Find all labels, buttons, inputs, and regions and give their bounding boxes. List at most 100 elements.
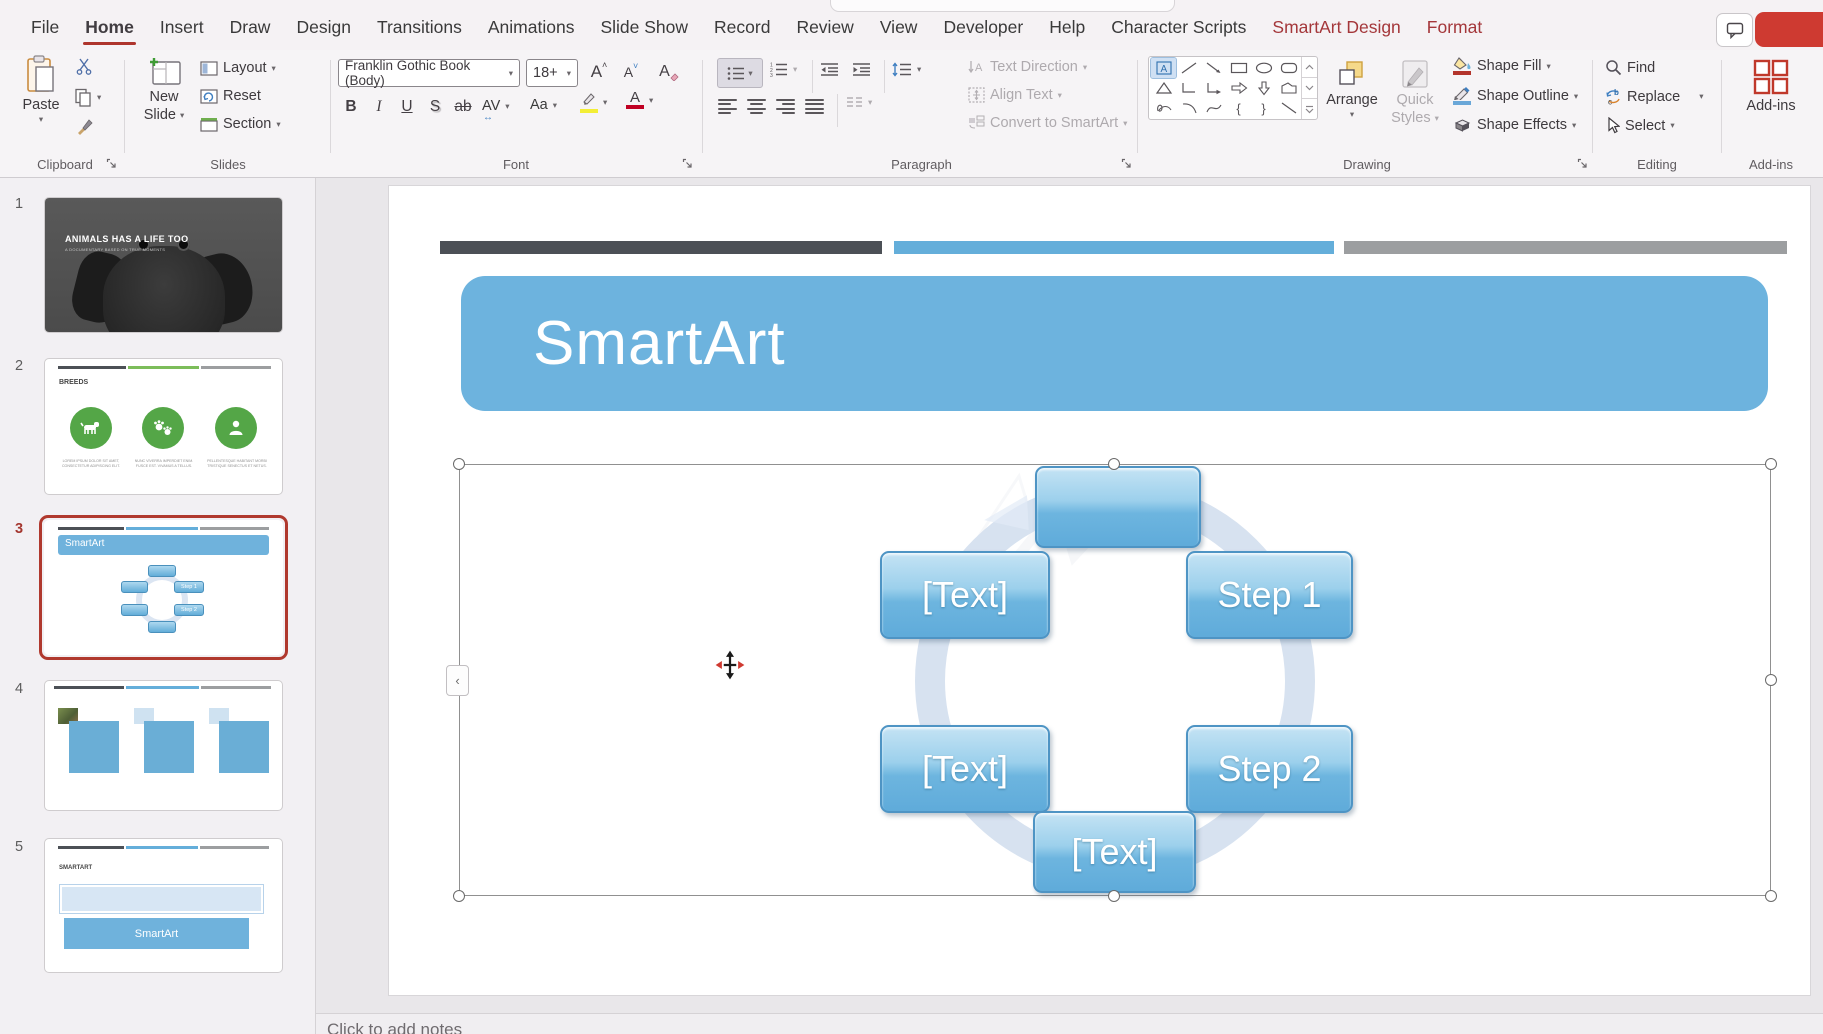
shape-curve-icon[interactable]: [1201, 98, 1226, 118]
font-name-combo[interactable]: Franklin Gothic Book (Body) ▾: [338, 59, 520, 87]
align-center-button[interactable]: [747, 96, 766, 117]
shape-textbox-icon[interactable]: A: [1151, 58, 1176, 78]
slide-title-box[interactable]: SmartArt: [461, 276, 1768, 411]
shrink-font-button[interactable]: A˅: [618, 59, 644, 85]
strikethrough-button[interactable]: ab: [450, 94, 476, 120]
numbering-button[interactable]: 123 ▾: [770, 62, 797, 77]
shape-diagonal-line-icon[interactable]: [1276, 98, 1301, 118]
shapes-scroll-up-button[interactable]: [1302, 57, 1317, 77]
new-slide-button[interactable]: New Slide▾: [136, 55, 192, 123]
select-button[interactable]: Select ▾: [1605, 117, 1675, 134]
shape-fill-button[interactable]: Shape Fill ▾: [1453, 57, 1551, 75]
quick-styles-button[interactable]: Quick Styles▾: [1387, 58, 1443, 126]
menu-tab-design[interactable]: Design: [283, 4, 363, 50]
shape-line-icon[interactable]: [1176, 58, 1201, 78]
resize-handle-bottom-right[interactable]: [1765, 890, 1777, 902]
shapes-more-button[interactable]: [1302, 99, 1317, 119]
section-button[interactable]: Section ▾: [200, 116, 281, 132]
underline-button[interactable]: U: [394, 94, 420, 120]
shape-arc-icon[interactable]: [1176, 98, 1201, 118]
resize-handle-bottom-center[interactable]: [1108, 890, 1120, 902]
align-right-button[interactable]: [776, 96, 795, 117]
align-left-button[interactable]: [718, 96, 737, 117]
replace-button[interactable]: bc Replace ▾: [1605, 88, 1703, 105]
highlight-color-button[interactable]: ▾: [580, 92, 607, 113]
cut-button[interactable]: [76, 58, 93, 75]
line-spacing-button[interactable]: ▾: [892, 62, 921, 77]
bold-button[interactable]: B: [338, 94, 364, 120]
shape-right-arrow-icon[interactable]: [1226, 78, 1251, 98]
shape-right-brace-icon[interactable]: }: [1251, 98, 1276, 118]
shape-rectangle-icon[interactable]: [1226, 58, 1251, 78]
menu-tab-smartart-design[interactable]: SmartArt Design: [1259, 4, 1413, 50]
shape-flowchart-icon[interactable]: [1276, 78, 1301, 98]
shape-down-arrow-icon[interactable]: [1251, 78, 1276, 98]
reset-button[interactable]: Reset: [200, 88, 261, 104]
text-direction-button[interactable]: A Text Direction ▾: [968, 59, 1087, 75]
menu-tab-help[interactable]: Help: [1036, 4, 1098, 50]
align-text-button[interactable]: Align Text ▾: [968, 87, 1062, 103]
slide-3-thumbnail[interactable]: SmartArt Step 1 Step 2: [44, 520, 283, 655]
diagram-node-right-top[interactable]: Step 1: [1186, 551, 1353, 639]
text-shadow-button[interactable]: S: [422, 94, 448, 120]
justify-button[interactable]: [805, 96, 824, 117]
italic-button[interactable]: I: [366, 94, 392, 120]
resize-handle-bottom-left[interactable]: [453, 890, 465, 902]
font-size-combo[interactable]: 18+ ▾: [526, 59, 578, 87]
resize-handle-top-left[interactable]: [453, 458, 465, 470]
convert-to-smartart-button[interactable]: Convert to SmartArt ▾: [968, 115, 1127, 131]
menu-tab-slideshow[interactable]: Slide Show: [587, 4, 701, 50]
addins-button[interactable]: Add-ins: [1743, 58, 1799, 114]
diagram-node-right-bottom[interactable]: Step 2: [1186, 725, 1353, 813]
shape-scribble-icon[interactable]: [1151, 98, 1176, 118]
diagram-node-left-bottom[interactable]: [Text]: [880, 725, 1050, 813]
paste-button[interactable]: Paste ▾: [18, 55, 64, 124]
slide-1-thumbnail[interactable]: ANIMALS HAS A LIFE TOO A DOCUMENTARY BAS…: [44, 197, 283, 333]
record-button[interactable]: [1755, 12, 1823, 47]
shape-rounded-rectangle-icon[interactable]: [1276, 58, 1301, 78]
clear-formatting-button[interactable]: A: [656, 59, 682, 85]
shape-effects-button[interactable]: Shape Effects ▾: [1453, 117, 1576, 133]
increase-indent-button[interactable]: [852, 62, 871, 77]
menu-tab-review[interactable]: Review: [783, 4, 866, 50]
decrease-indent-button[interactable]: [820, 62, 839, 77]
menu-tab-developer[interactable]: Developer: [930, 4, 1036, 50]
bullets-button[interactable]: ▾: [717, 58, 763, 88]
notes-panel[interactable]: Click to add notes: [316, 1013, 1823, 1034]
change-case-button[interactable]: Aa ▾: [530, 97, 557, 113]
menu-tab-animations[interactable]: Animations: [475, 4, 588, 50]
clipboard-dialog-launcher[interactable]: [106, 158, 117, 169]
slide-2-thumbnail[interactable]: BREEDS LOREM IPSUM DOLOR SIT AMET, CONSE…: [44, 358, 283, 495]
notes-placeholder[interactable]: Click to add notes: [327, 1020, 462, 1034]
shape-elbow-arrow-icon[interactable]: [1201, 78, 1226, 98]
resize-handle-right-middle[interactable]: [1765, 674, 1777, 686]
menu-tab-transitions[interactable]: Transitions: [364, 4, 475, 50]
menu-tab-view[interactable]: View: [867, 4, 931, 50]
menu-tab-insert[interactable]: Insert: [147, 4, 217, 50]
slide-4-thumbnail[interactable]: [44, 680, 283, 811]
menu-tab-format[interactable]: Format: [1414, 4, 1495, 50]
drawing-dialog-launcher[interactable]: [1577, 158, 1588, 169]
font-dialog-launcher[interactable]: [682, 158, 693, 169]
shape-outline-button[interactable]: Shape Outline ▾: [1453, 87, 1578, 105]
arrange-button[interactable]: Arrange ▾: [1323, 58, 1381, 119]
paragraph-dialog-launcher[interactable]: [1121, 158, 1132, 169]
diagram-node-left-top[interactable]: [Text]: [880, 551, 1050, 639]
menu-tab-home[interactable]: Home: [72, 4, 147, 50]
slide-5-thumbnail[interactable]: SMARTART SmartArt: [44, 838, 283, 973]
shape-elbow-connector-icon[interactable]: [1176, 78, 1201, 98]
smartart-text-pane-toggle[interactable]: ‹: [446, 665, 469, 696]
menu-tab-draw[interactable]: Draw: [217, 4, 284, 50]
resize-handle-top-center[interactable]: [1108, 458, 1120, 470]
shape-oval-icon[interactable]: [1251, 58, 1276, 78]
comments-button[interactable]: [1716, 13, 1753, 47]
resize-handle-top-right[interactable]: [1765, 458, 1777, 470]
format-painter-button[interactable]: [76, 118, 93, 135]
shape-triangle-icon[interactable]: [1151, 78, 1176, 98]
grow-font-button[interactable]: A˄: [586, 59, 612, 85]
font-color-button[interactable]: A ▾: [626, 92, 653, 109]
diagram-node-bottom[interactable]: [Text]: [1033, 811, 1196, 893]
columns-button[interactable]: ▾: [846, 96, 872, 109]
shapes-scroll-down-button[interactable]: [1302, 77, 1317, 99]
shape-arrow-icon[interactable]: [1201, 58, 1226, 78]
